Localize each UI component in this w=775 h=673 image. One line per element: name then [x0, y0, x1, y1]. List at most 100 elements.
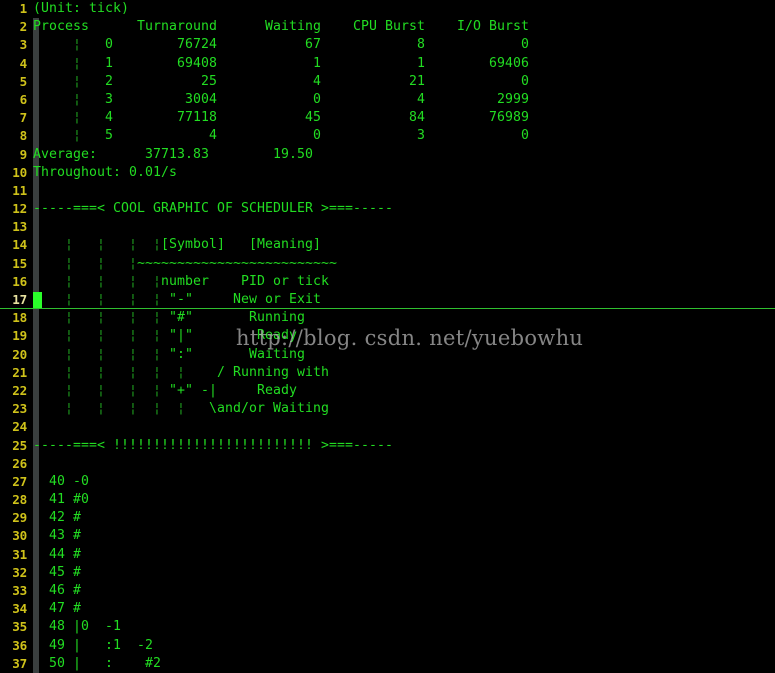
indent-guide-icon: ¦	[73, 73, 81, 89]
indent-guide-icon: ¦	[177, 401, 185, 417]
editor-line[interactable]: 18 ¦ ¦ ¦ ¦ "#" Running	[0, 309, 775, 328]
line-number: 31	[12, 546, 27, 562]
line-text: 42 #	[33, 510, 81, 526]
line-number: 16	[12, 273, 27, 289]
indent-guide-icon: ¦	[73, 110, 81, 126]
line-number: 22	[12, 382, 27, 398]
line-number: 17	[12, 292, 27, 307]
indent-guide-icon: ¦	[129, 401, 137, 417]
editor-line[interactable]: 27 40 -0	[0, 472, 775, 492]
indent-guide-icon: ¦	[153, 364, 161, 380]
line-number: 14	[12, 237, 27, 253]
editor-line[interactable]: 17 ¦ ¦ ¦ ¦ "-" New or Exit	[0, 291, 775, 310]
line-number: 15	[12, 255, 27, 271]
line-number: 20	[12, 346, 27, 362]
line-number: 4	[19, 55, 28, 71]
line-number: 10	[12, 164, 27, 180]
indent-guide-icon: ¦	[97, 292, 105, 307]
editor-line[interactable]: 6 ¦ 3 3004 0 4 2999	[0, 90, 775, 110]
indent-guide-icon: ¦	[129, 273, 137, 289]
line-text: -----===< !!!!!!!!!!!!!!!!!!!!!!!!! >===…	[33, 437, 393, 453]
indent-guide-icon: ¦	[129, 292, 137, 307]
editor-line[interactable]: 12 -----===< COOL GRAPHIC OF SCHEDULER >=…	[0, 200, 775, 219]
line-text: ¦ ¦ ¦ ¦ "-" New or Exit	[65, 292, 321, 307]
editor-line[interactable]: 20 ¦ ¦ ¦ ¦ ":" Waiting	[0, 345, 775, 364]
editor-line[interactable]: 29 42 #	[0, 509, 775, 528]
editor-line[interactable]: 25 -----===< !!!!!!!!!!!!!!!!!!!!!!!!! >=…	[0, 436, 775, 455]
indent-guide-icon: ¦	[73, 55, 81, 71]
line-text: ¦ ¦ ¦ ¦ "+" -| Ready	[65, 382, 297, 398]
indent-guide-icon: ¦	[65, 255, 73, 271]
line-number: 5	[19, 73, 28, 89]
line-number: 35	[12, 619, 27, 635]
editor-line[interactable]: 35 48 |0 -1	[0, 618, 775, 637]
editor-line[interactable]: 14 ¦ ¦ ¦ ¦[Symbol] [Meaning]	[0, 236, 775, 255]
line-text: 48 |0 -1	[33, 619, 121, 635]
line-text: 50 | : #2	[33, 655, 161, 671]
editor-line[interactable]: 33 46 #	[0, 582, 775, 601]
editor-line[interactable]: 36 49 | :1 -2	[0, 636, 775, 655]
editor-line[interactable]: 32 45 #	[0, 563, 775, 582]
line-text: 43 #	[33, 528, 81, 544]
editor-line[interactable]: 23 ¦ ¦ ¦ ¦ ¦ \and/or Waiting	[0, 400, 775, 419]
editor-line[interactable]: 34 47 #	[0, 600, 775, 619]
editor-line[interactable]: 13	[0, 218, 775, 237]
editor-line[interactable]: 3 ¦ 0 76724 67 8 0	[0, 36, 775, 55]
editor-line[interactable]: 31 44 #	[0, 545, 775, 564]
line-text: 46 #	[33, 583, 81, 598]
indent-guide-bar	[33, 418, 39, 437]
editor-line[interactable]: 28 41 #0	[0, 491, 775, 510]
indent-guide-bar	[33, 454, 39, 473]
editor-line[interactable]: 16 ¦ ¦ ¦ ¦number PID or tick	[0, 272, 775, 291]
indent-guide-icon: ¦	[97, 364, 105, 380]
line-number: 2	[19, 19, 28, 35]
editor-line[interactable]: 26	[0, 454, 775, 473]
indent-guide-icon: ¦	[129, 310, 137, 326]
line-number: 32	[12, 564, 27, 580]
editor-line[interactable]: 7 ¦ 4 77118 45 84 76989	[0, 109, 775, 128]
indent-guide-icon: ¦	[97, 328, 105, 344]
line-text: ¦ ¦ ¦ ¦ ¦ \and/or Waiting	[65, 401, 329, 417]
line-number: 8	[19, 128, 28, 144]
editor-line[interactable]: 1 (Unit: tick)	[0, 0, 775, 18]
line-number: 33	[12, 583, 27, 598]
indent-guide-icon: ¦	[129, 346, 137, 362]
code-editor-viewport[interactable]: 1 (Unit: tick) 2 Process Turnaround Waiting…	[0, 0, 775, 673]
editor-line[interactable]: 10 Throughout: 0.01/s	[0, 163, 775, 182]
editor-line[interactable]: 22 ¦ ¦ ¦ ¦ "+" -| Ready	[0, 381, 775, 401]
editor-line[interactable]: 37 50 | : #2	[0, 654, 775, 673]
editor-line[interactable]: 11	[0, 181, 775, 201]
editor-line[interactable]: 24	[0, 418, 775, 437]
line-text: Process Turnaround Waiting CPU Burst I/O…	[33, 19, 529, 35]
editor-line[interactable]: 19 ¦ ¦ ¦ ¦ "|" Ready	[0, 327, 775, 346]
indent-guide-icon: ¦	[129, 328, 137, 344]
editor-line[interactable]: 8 ¦ 5 4 0 3 0	[0, 127, 775, 146]
line-number: 9	[19, 146, 28, 162]
indent-guide-icon: ¦	[65, 237, 73, 253]
indent-guide-icon: ¦	[153, 292, 161, 307]
indent-guide-bar	[33, 218, 39, 237]
line-number: 18	[12, 310, 27, 326]
line-text: 40 -0	[33, 473, 89, 489]
line-number: 21	[12, 364, 27, 380]
editor-line[interactable]: 5 ¦ 2 25 4 21 0	[0, 72, 775, 91]
editor-line[interactable]: 4 ¦ 1 69408 1 1 69406	[0, 54, 775, 73]
indent-guide-icon: ¦	[73, 128, 81, 144]
line-number: 12	[12, 201, 27, 217]
indent-guide-icon: ¦	[129, 255, 137, 271]
line-text: ¦ 5 4 0 3 0	[73, 128, 529, 144]
editor-line[interactable]: 2 Process Turnaround Waiting CPU Burst I/…	[0, 18, 775, 37]
indent-guide-icon: ¦	[65, 310, 73, 326]
line-number: 36	[12, 637, 27, 653]
editor-line[interactable]: 9 Average: 37713.83 19.50	[0, 145, 775, 164]
editor-line[interactable]: 30 43 #	[0, 527, 775, 546]
indent-guide-bar	[33, 181, 39, 201]
editor-line[interactable]: 15 ¦ ¦ ¦~~~~~~~~~~~~~~~~~~~~~~~~~	[0, 254, 775, 273]
editor-line[interactable]: 21 ¦ ¦ ¦ ¦ ¦ / Running with	[0, 363, 775, 382]
line-text: ¦ ¦ ¦~~~~~~~~~~~~~~~~~~~~~~~~~	[65, 255, 337, 271]
line-text: ¦ 3 3004 0 4 2999	[73, 91, 529, 107]
text-cursor	[33, 292, 42, 308]
line-number: 7	[19, 110, 28, 126]
line-number: 37	[12, 655, 27, 671]
line-text: -----===< COOL GRAPHIC OF SCHEDULER >===…	[33, 201, 393, 217]
